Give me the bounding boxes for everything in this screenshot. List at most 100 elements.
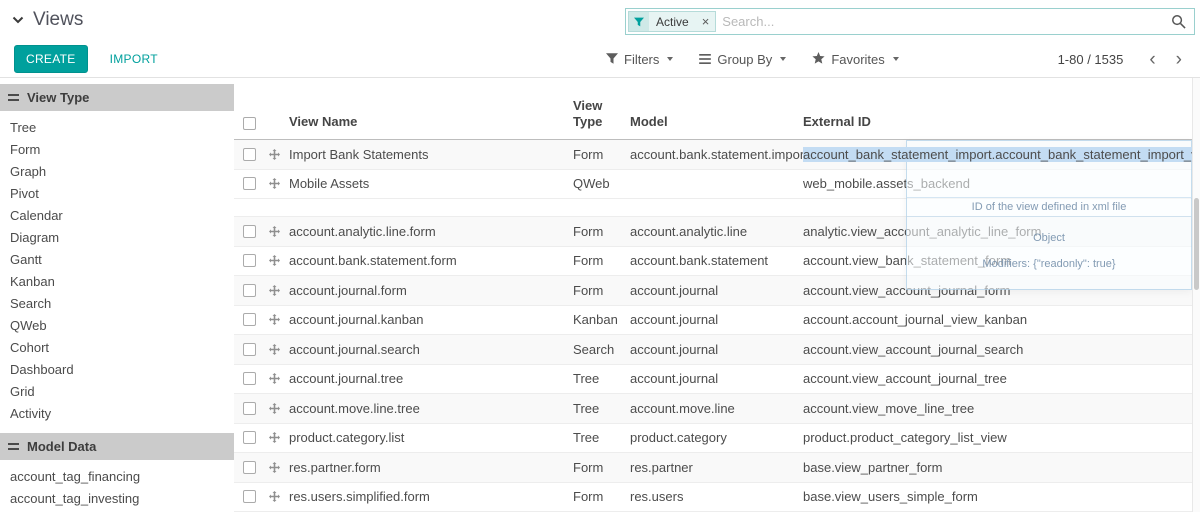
control-panel: Views Active × CREATE IMPORT xyxy=(0,0,1200,78)
drag-handle-icon[interactable] xyxy=(269,255,289,266)
table-row[interactable]: res.partner.formFormres.partnerbase.view… xyxy=(234,453,1200,483)
filter-item-grid[interactable]: Grid xyxy=(0,381,234,403)
table-row[interactable]: account.journal.formFormaccount.journala… xyxy=(234,276,1200,306)
drag-handle-icon[interactable] xyxy=(269,491,289,502)
cell-model: account.journal xyxy=(630,371,803,386)
filters-label: Filters xyxy=(624,52,659,67)
section-title: Model Data xyxy=(27,439,96,454)
caret-down-icon xyxy=(893,57,899,61)
filter-item-tree[interactable]: Tree xyxy=(0,117,234,139)
drag-handle-icon[interactable] xyxy=(269,178,289,189)
table-body: Import Bank StatementsFormaccount.bank.s… xyxy=(234,140,1200,512)
table-header: View Name View Type Model External ID xyxy=(234,78,1200,140)
cell-model: product.category xyxy=(630,430,803,445)
drag-handle-icon[interactable] xyxy=(269,344,289,355)
caret-down-icon xyxy=(780,57,786,61)
column-header-external-id[interactable]: External ID xyxy=(803,114,1200,130)
filter-item-kanban[interactable]: Kanban xyxy=(0,271,234,293)
cell-view-name: account.journal.tree xyxy=(289,371,573,386)
group-by-bars-icon xyxy=(699,52,711,67)
row-checkbox[interactable] xyxy=(243,225,256,238)
create-button[interactable]: CREATE xyxy=(14,45,88,73)
group-by-label: Group By xyxy=(717,52,772,67)
row-checkbox[interactable] xyxy=(243,490,256,503)
filter-item-activity[interactable]: Activity xyxy=(0,403,234,425)
column-header-view-type[interactable]: View Type xyxy=(573,98,630,130)
search-input[interactable] xyxy=(716,14,1163,29)
table-row xyxy=(234,199,1200,217)
drag-handle-icon[interactable] xyxy=(269,462,289,473)
drag-handle-icon[interactable] xyxy=(269,285,289,296)
filter-item-account-tag-investing[interactable]: account_tag_investing xyxy=(0,488,234,510)
search-icon[interactable] xyxy=(1163,14,1194,29)
import-button[interactable]: IMPORT xyxy=(104,51,164,67)
filter-item-cohort[interactable]: Cohort xyxy=(0,337,234,359)
filter-item-qweb[interactable]: QWeb xyxy=(0,315,234,337)
drag-handle-icon[interactable] xyxy=(269,432,289,443)
table-row[interactable]: product.category.listTreeproduct.categor… xyxy=(234,424,1200,454)
filter-item-graph[interactable]: Graph xyxy=(0,161,234,183)
filter-item-calendar[interactable]: Calendar xyxy=(0,205,234,227)
table-row[interactable]: account.journal.kanbanKanbanaccount.jour… xyxy=(234,306,1200,336)
filter-item-account-tag-financing[interactable]: account_tag_financing xyxy=(0,466,234,488)
section-grip-icon xyxy=(8,443,19,450)
facet-label: Active xyxy=(649,12,696,31)
drag-handle-icon[interactable] xyxy=(269,373,289,384)
drag-handle-icon[interactable] xyxy=(269,314,289,325)
row-checkbox[interactable] xyxy=(243,461,256,474)
cell-model: res.partner xyxy=(630,460,803,475)
cell-view-name: account.journal.search xyxy=(289,342,573,357)
row-checkbox[interactable] xyxy=(243,343,256,356)
drag-handle-icon[interactable] xyxy=(269,149,289,160)
cell-view-name: account.journal.form xyxy=(289,283,573,298)
row-checkbox[interactable] xyxy=(243,431,256,444)
table-row[interactable]: Mobile AssetsQWebweb_mobile.assets_backe… xyxy=(234,170,1200,200)
facet-remove-icon[interactable]: × xyxy=(696,12,716,31)
cell-external-id: analytic.view_account_analytic_line_form xyxy=(803,224,1200,239)
row-checkbox[interactable] xyxy=(243,313,256,326)
row-checkbox[interactable] xyxy=(243,372,256,385)
pager-previous-button[interactable]: ‹ xyxy=(1139,50,1165,69)
filter-item-pivot[interactable]: Pivot xyxy=(0,183,234,205)
table-row[interactable]: res.users.simplified.formFormres.usersba… xyxy=(234,483,1200,512)
filter-item-form[interactable]: Form xyxy=(0,139,234,161)
cell-model: account.analytic.line xyxy=(630,224,803,239)
chevron-down-icon[interactable] xyxy=(12,16,24,24)
scrollbar-thumb[interactable] xyxy=(1194,198,1199,290)
table-row[interactable]: account.journal.searchSearchaccount.jour… xyxy=(234,335,1200,365)
filter-item-dashboard[interactable]: Dashboard xyxy=(0,359,234,381)
cell-external-id: account.view_bank_statement_form xyxy=(803,253,1200,268)
row-checkbox[interactable] xyxy=(243,284,256,297)
filters-button[interactable]: Filters xyxy=(606,52,673,67)
filter-item-search[interactable]: Search xyxy=(0,293,234,315)
vertical-scrollbar[interactable] xyxy=(1192,78,1200,512)
table-row[interactable]: account.journal.treeTreeaccount.journala… xyxy=(234,365,1200,395)
pager: 1-80 / 1535 ‹ › xyxy=(1058,40,1192,78)
filter-item-diagram[interactable]: Diagram xyxy=(0,227,234,249)
drag-handle-icon[interactable] xyxy=(269,403,289,414)
drag-handle-icon[interactable] xyxy=(269,226,289,237)
cell-view-type: Tree xyxy=(573,371,630,386)
row-checkbox[interactable] xyxy=(243,254,256,267)
cell-view-type: QWeb xyxy=(573,176,630,191)
cell-view-type: Form xyxy=(573,489,630,504)
pager-next-button[interactable]: › xyxy=(1166,50,1192,69)
table-row[interactable]: account.analytic.line.formFormaccount.an… xyxy=(234,217,1200,247)
row-checkbox[interactable] xyxy=(243,177,256,190)
table-row[interactable]: account.bank.statement.formFormaccount.b… xyxy=(234,247,1200,277)
cell-external-id: base.view_partner_form xyxy=(803,460,1200,475)
page-title: Views xyxy=(33,9,83,31)
table-row[interactable]: Import Bank StatementsFormaccount.bank.s… xyxy=(234,140,1200,170)
group-by-button[interactable]: Group By xyxy=(699,52,786,67)
toolbar-row: CREATE IMPORT Filters Group By Favorites xyxy=(0,40,1200,78)
row-checkbox[interactable] xyxy=(243,402,256,415)
column-header-view-name[interactable]: View Name xyxy=(289,114,573,130)
favorites-button[interactable]: Favorites xyxy=(812,52,898,67)
row-checkbox[interactable] xyxy=(243,148,256,161)
cell-external-id: base.view_users_simple_form xyxy=(803,489,1200,504)
table-row[interactable]: account.move.line.treeTreeaccount.move.l… xyxy=(234,394,1200,424)
select-all-checkbox[interactable] xyxy=(243,117,256,130)
column-header-model[interactable]: Model xyxy=(630,114,803,130)
filter-item-gantt[interactable]: Gantt xyxy=(0,249,234,271)
cell-external-id: web_mobile.assets_backend xyxy=(803,176,1200,191)
